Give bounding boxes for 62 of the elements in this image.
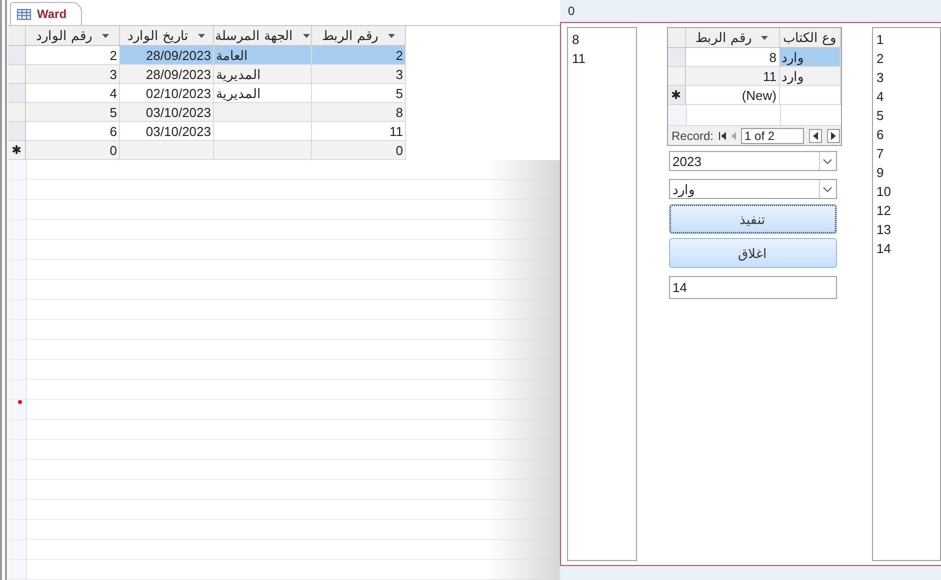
table-cell: وارد [780,48,840,67]
table-icon [17,8,31,20]
left-triangle-icon [812,132,818,140]
value-label: 0 [567,3,576,20]
list-box[interactable]: 8 11 [567,27,636,561]
column-header[interactable]: تاريخ الوارد [120,26,214,46]
year-combo[interactable]: 2023 [668,151,836,171]
column-header[interactable]: الجهة المرسلة [214,26,312,46]
chevron-down-icon [823,186,832,192]
marker-dot [18,400,22,404]
record-position-field[interactable]: 1 of 2 [740,128,804,144]
table-cell: 3 [26,65,120,84]
row-selector[interactable]: ✱ [668,86,686,105]
record-label: Record: [672,128,714,142]
list-item[interactable]: 13 [876,220,936,239]
dropdown-arrow-icon[interactable] [198,34,206,38]
table-cell: 3 [312,65,406,84]
table-cell: المديرية [214,65,312,84]
dropdown-arrow-icon[interactable] [388,34,395,38]
list-box[interactable]: 1 2 3 4 5 6 7 9 10 12 13 14 [872,27,941,561]
list-item[interactable]: 8 [572,30,632,49]
list-item[interactable]: 4 [876,87,936,106]
list-item[interactable]: 10 [876,182,936,201]
list-item[interactable]: 7 [876,144,936,163]
column-header[interactable]: رقم الوارد [26,26,120,46]
list-item[interactable]: 14 [876,239,936,258]
table-cell: 11 [686,67,780,86]
dropdown-arrow-icon[interactable] [102,34,109,38]
previous-page-button[interactable] [808,128,822,142]
form-button[interactable]: اغلاق [668,238,836,268]
dropdown-arrow-icon[interactable] [302,34,310,38]
first-record-icon[interactable] [718,132,726,140]
table-cell: 28/09/2023 [120,65,214,84]
list-item[interactable]: 12 [876,201,936,220]
column-header[interactable]: رقم الربط [686,28,780,48]
list-item[interactable]: 9 [876,163,936,182]
table-cell: وارد [780,67,840,86]
table-tab[interactable]: Ward [10,2,82,25]
form-button[interactable]: تنفيذ [668,204,836,234]
table-cell: 28/09/2023 [120,46,214,65]
table-cell: 8 [312,103,406,122]
table-cell: 0 [26,141,120,160]
chevron-down-icon [823,158,832,164]
list-item[interactable]: 3 [876,68,936,87]
dropdown-arrow-icon[interactable] [761,36,768,40]
type-combo[interactable]: وارد [668,179,836,199]
row-selector[interactable]: ✱ [8,141,26,160]
list-item[interactable]: 6 [876,125,936,144]
table-cell: 2 [312,46,406,65]
table-cell: 03/10/2023 [120,103,214,122]
right-triangle-icon [830,132,836,140]
table-cell: العامة [214,46,312,65]
list-item[interactable]: 1 [876,30,936,49]
list-item[interactable]: 5 [876,106,936,125]
table-cell: 5 [26,103,120,122]
table-cell: 0 [312,141,406,160]
list-item[interactable]: 2 [876,49,936,68]
list-item[interactable]: 11 [572,49,632,68]
next-record-button[interactable] [826,128,840,142]
count-field[interactable]: 14 [668,276,836,299]
column-header[interactable]: وع الكتاب [780,28,840,48]
column-header[interactable]: رقم الربط [312,26,406,46]
